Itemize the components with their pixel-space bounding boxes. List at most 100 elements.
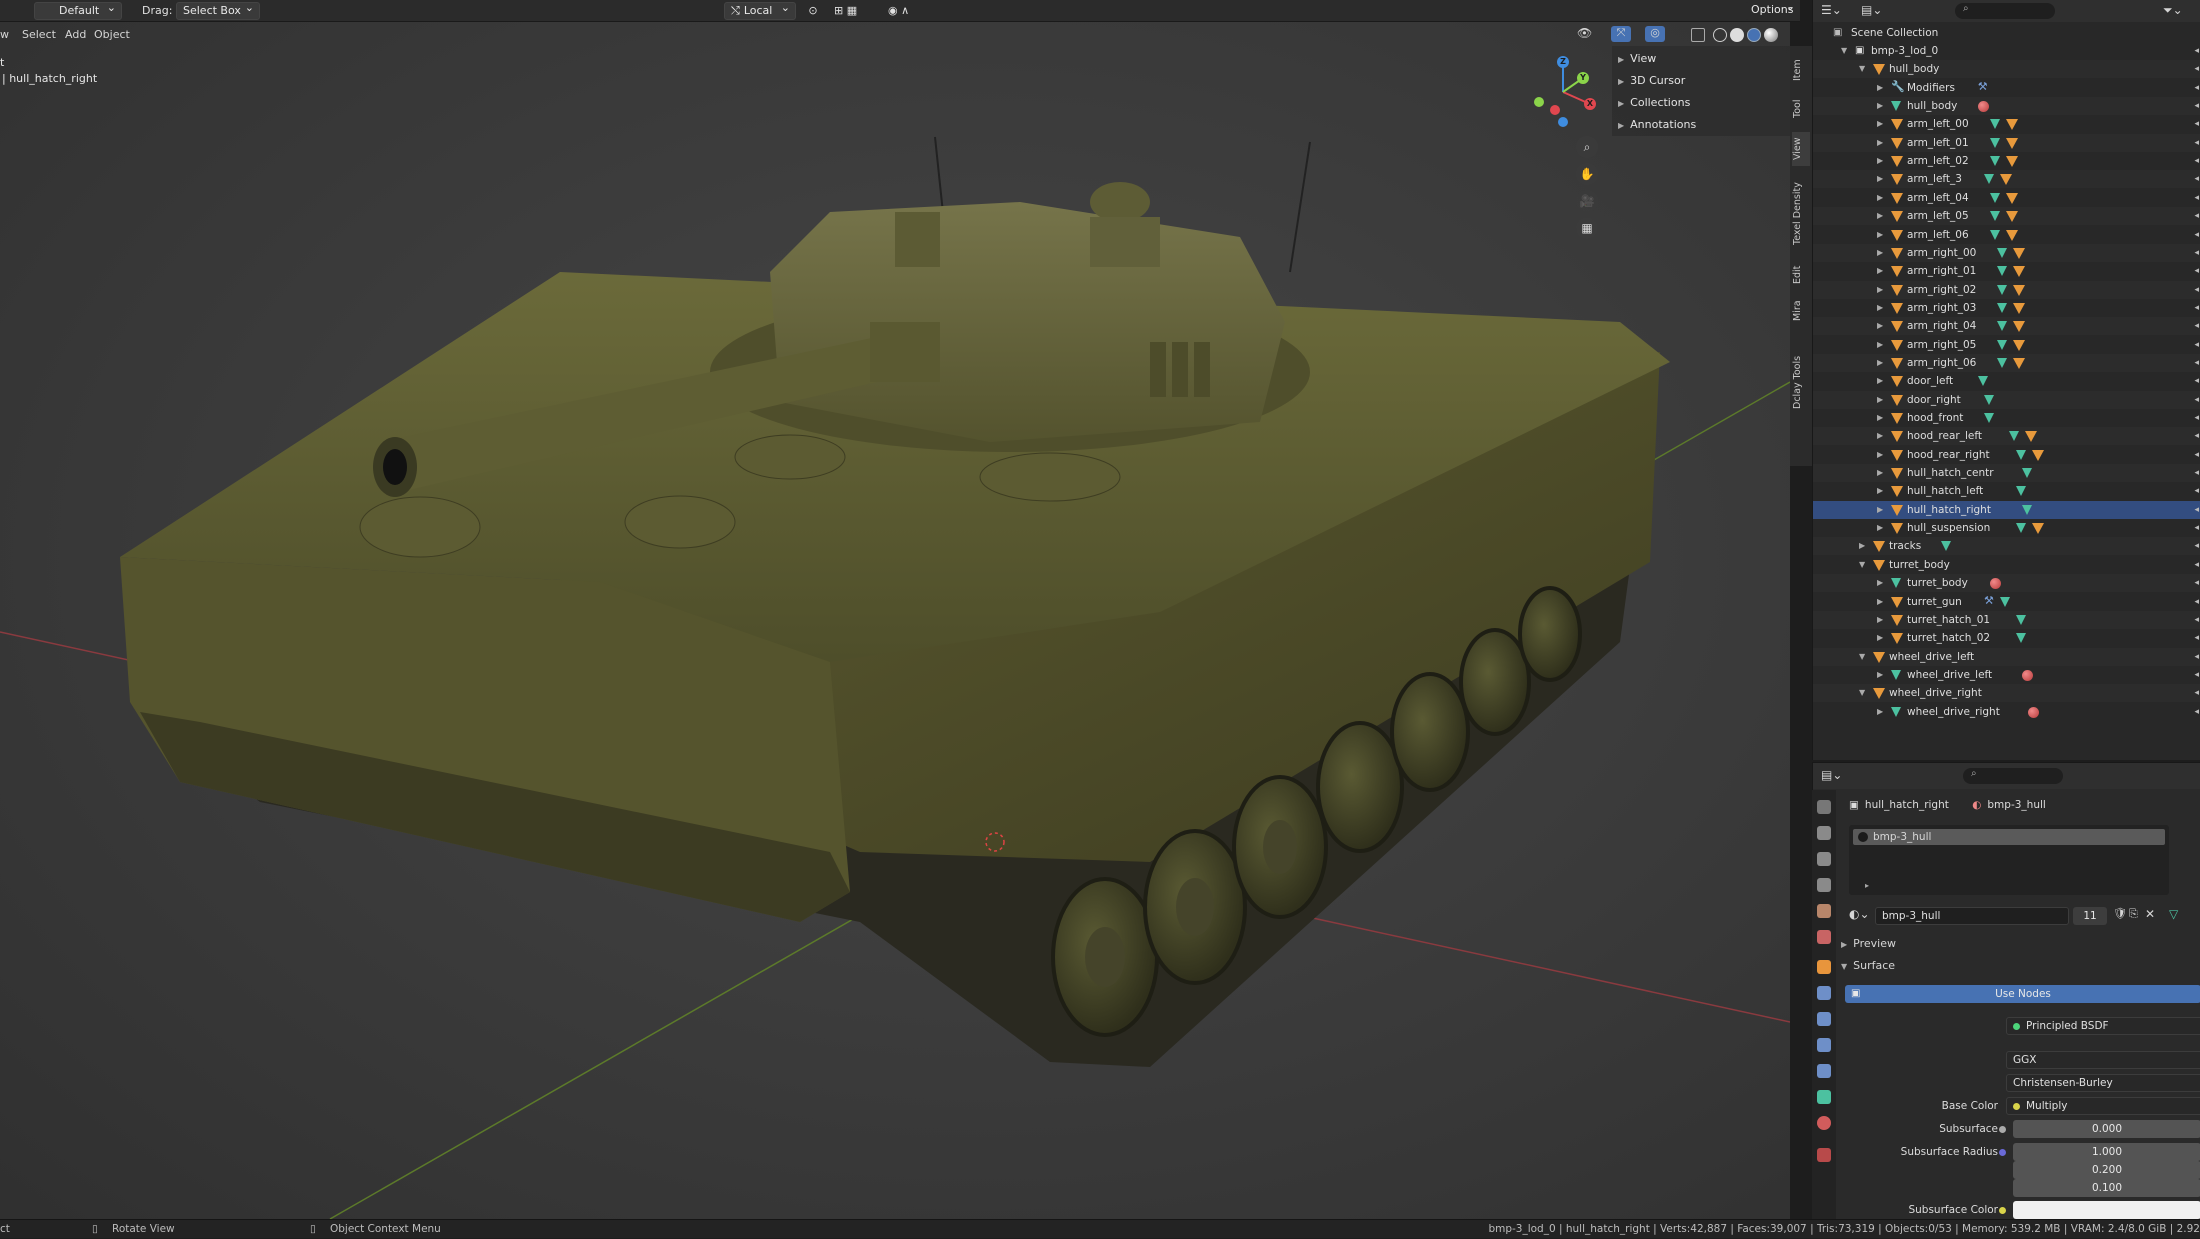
outliner-row[interactable]: ▶ turret_gun ⚒ ◂ xyxy=(1813,593,2200,611)
tab-dclay-tools[interactable]: Dclay Tools xyxy=(1792,332,1810,432)
subsurface-radius-z[interactable]: 0.100 xyxy=(2013,1179,2200,1197)
visibility-toggle-icon[interactable]: ◂ xyxy=(2194,60,2199,78)
tool-tab-icon[interactable] xyxy=(1817,800,1831,814)
collapse-arrow-icon[interactable]: ▼ xyxy=(1859,684,1865,702)
outliner-row[interactable]: ▶ wheel_drive_right ◂ xyxy=(1813,703,2200,721)
material-users-count[interactable]: 11 xyxy=(2073,907,2107,925)
expand-arrow-icon[interactable]: ▶ xyxy=(1877,79,1883,97)
overlay-toggle-icon[interactable]: ◎ xyxy=(1645,26,1665,42)
collapse-arrow-icon[interactable]: ▼ xyxy=(1859,556,1865,574)
expand-arrow-icon[interactable]: ▶ xyxy=(1877,519,1883,537)
filter-icon[interactable]: ⏷⌄ xyxy=(2163,3,2183,18)
pivot-icon[interactable]: ⊙ xyxy=(802,2,824,20)
outliner-row[interactable]: ▶ 🔧 Modifiers ⚒ ◂ xyxy=(1813,79,2200,97)
material-slot-row[interactable]: bmp-3_hull xyxy=(1853,829,2165,845)
expand-arrow-icon[interactable]: ▶ xyxy=(1877,336,1883,354)
transform-orientation-dropdown[interactable]: ⤭ Local xyxy=(724,0,796,20)
surface-panel-header[interactable]: ▼ Surface xyxy=(1841,959,1895,972)
visibility-toggle-icon[interactable]: ◂ xyxy=(2194,574,2199,592)
drag-mode-dropdown[interactable]: Select Box xyxy=(176,0,260,20)
perspective-grid-icon[interactable]: ▦ xyxy=(1576,217,1598,239)
modifier-tab-icon[interactable] xyxy=(1817,986,1831,1000)
outliner-row[interactable]: ▶ arm_right_02 ◂ xyxy=(1813,280,2200,299)
visibility-toggle-icon[interactable]: ◂ xyxy=(2194,519,2199,537)
3d-viewport[interactable]: w Select Add Object t | hull_hatch_right… xyxy=(0,22,1790,1219)
menu-view[interactable]: w xyxy=(0,28,9,41)
material-name-field[interactable]: bmp-3_hull xyxy=(1875,907,2069,925)
visibility-toggle-icon[interactable]: ◂ xyxy=(2194,134,2199,152)
data-tab-icon[interactable] xyxy=(1817,1090,1831,1104)
outliner-row[interactable]: ▶ arm_left_3 ◂ xyxy=(1813,170,2200,189)
subsurface-value-field[interactable]: 0.000 xyxy=(2013,1120,2200,1138)
subsurface-radius-x[interactable]: 1.000 xyxy=(2013,1143,2200,1161)
visibility-toggle-icon[interactable]: ◂ xyxy=(2194,336,2199,354)
constraints-tab-icon[interactable] xyxy=(1817,1064,1831,1078)
visibility-toggle-icon[interactable]: ◂ xyxy=(2194,556,2199,574)
navigation-gizmo[interactable]: Z Y X xyxy=(1525,52,1605,132)
subsurface-method-dropdown[interactable]: Christensen-Burley xyxy=(2006,1074,2200,1092)
world-tab-icon[interactable] xyxy=(1817,930,1831,944)
npanel-3d-cursor[interactable]: ▶ 3D Cursor xyxy=(1618,74,1685,87)
object-tab-icon[interactable] xyxy=(1817,960,1831,974)
expand-arrow-icon[interactable]: ▶ xyxy=(1877,317,1883,335)
visibility-toggle-icon[interactable]: ◂ xyxy=(2194,244,2199,262)
tab-tool[interactable]: Tool xyxy=(1792,94,1810,124)
subsurface-color-swatch[interactable] xyxy=(2013,1201,2200,1219)
properties-editor-type-icon[interactable]: ▤⌄ xyxy=(1821,768,1842,782)
zoom-icon[interactable]: ⌕ xyxy=(1576,136,1598,158)
material-tab-icon[interactable] xyxy=(1817,1116,1831,1130)
unlink-material-icon[interactable]: ✕ xyxy=(2145,907,2155,921)
outliner-row[interactable]: ▼ wheel_drive_left ◂ xyxy=(1813,647,2200,666)
outliner-row[interactable]: ▶ arm_left_06 ◂ xyxy=(1813,226,2200,244)
outliner-row[interactable]: ▶ arm_right_06 ◂ xyxy=(1813,353,2200,372)
expand-arrow-icon[interactable]: ▶ xyxy=(1877,115,1883,133)
visibility-toggle-icon[interactable]: ◂ xyxy=(2194,115,2199,133)
visibility-toggle-icon[interactable]: ◂ xyxy=(2194,372,2199,390)
expand-arrow-icon[interactable]: ▶ xyxy=(1877,427,1883,445)
preview-panel-header[interactable]: ▶ Preview xyxy=(1841,937,1896,950)
expand-arrow-icon[interactable]: ▶ xyxy=(1877,189,1883,207)
xray-icon[interactable] xyxy=(1691,28,1705,42)
expand-arrow-icon[interactable]: ▶ xyxy=(1877,501,1883,519)
wireframe-shading-icon[interactable] xyxy=(1713,28,1727,42)
physics-tab-icon[interactable] xyxy=(1817,1038,1831,1052)
material-shading-icon[interactable] xyxy=(1747,28,1761,42)
gizmo-y-axis[interactable]: Y xyxy=(1577,72,1589,84)
visibility-toggle-icon[interactable]: ◂ xyxy=(2194,464,2199,482)
tab-mira[interactable]: Mira xyxy=(1792,296,1810,326)
expand-arrow-icon[interactable]: ▶ xyxy=(1877,409,1883,427)
proportional-edit-icon[interactable]: ◉ ∧ xyxy=(888,2,928,20)
outliner-row[interactable]: ▶ arm_left_00 ◂ xyxy=(1813,115,2200,133)
outliner-row[interactable]: ▶ turret_hatch_02 ◂ xyxy=(1813,629,2200,647)
duplicate-material-icon[interactable]: ⎘ xyxy=(2129,907,2138,921)
outliner-search[interactable]: ⌕ xyxy=(1955,3,2055,19)
workspace-dropdown[interactable]: Default xyxy=(34,0,122,20)
material-slot-list[interactable]: bmp-3_hull ▸ xyxy=(1849,825,2169,895)
visibility-toggle-icon[interactable]: ◂ xyxy=(2194,648,2199,666)
pan-hand-icon[interactable]: ✋ xyxy=(1576,163,1598,185)
tab-edit[interactable]: Edit xyxy=(1792,260,1810,290)
expand-arrow-icon[interactable]: ▶ xyxy=(1877,226,1883,244)
outliner-row[interactable]: ▼ wheel_drive_right ◂ xyxy=(1813,684,2200,703)
options-dropdown[interactable]: Options xyxy=(1745,0,1800,20)
outliner-row[interactable]: ▶ wheel_drive_left ◂ xyxy=(1813,666,2200,684)
expand-arrow-icon[interactable]: ▶ xyxy=(1877,97,1883,115)
outliner-row[interactable]: ▼ hull_body ◂ xyxy=(1813,60,2200,79)
outliner-row[interactable]: ▶ arm_left_04 ◂ xyxy=(1813,189,2200,207)
gizmo-z-axis[interactable]: Z xyxy=(1557,56,1569,68)
outliner-row[interactable]: ▶ arm_left_05 ◂ xyxy=(1813,207,2200,226)
menu-select[interactable]: Select xyxy=(22,28,56,41)
expand-arrow-icon[interactable]: ▶ xyxy=(1877,354,1883,372)
camera-icon[interactable]: 🎥 xyxy=(1576,190,1598,212)
visibility-toggle-icon[interactable]: ◂ xyxy=(2194,629,2199,647)
expand-arrow-icon[interactable]: ▶ xyxy=(1877,134,1883,152)
outliner-row[interactable]: ▶ arm_right_04 ◂ xyxy=(1813,317,2200,336)
visibility-toggle-icon[interactable]: ◂ xyxy=(2194,317,2199,335)
outliner-row[interactable]: ▶ tracks ◂ xyxy=(1813,537,2200,556)
outliner-row[interactable]: ▶ hull_hatch_left ◂ xyxy=(1813,482,2200,500)
collapse-arrow-icon[interactable]: ▼ xyxy=(1859,648,1865,666)
view-layer-tab-icon[interactable] xyxy=(1817,878,1831,892)
browse-material-icon[interactable]: ◐⌄ xyxy=(1849,907,1870,921)
visibility-toggle-icon[interactable]: ◂ xyxy=(2194,501,2199,519)
visibility-toggle-icon[interactable]: ◂ xyxy=(2194,482,2199,500)
